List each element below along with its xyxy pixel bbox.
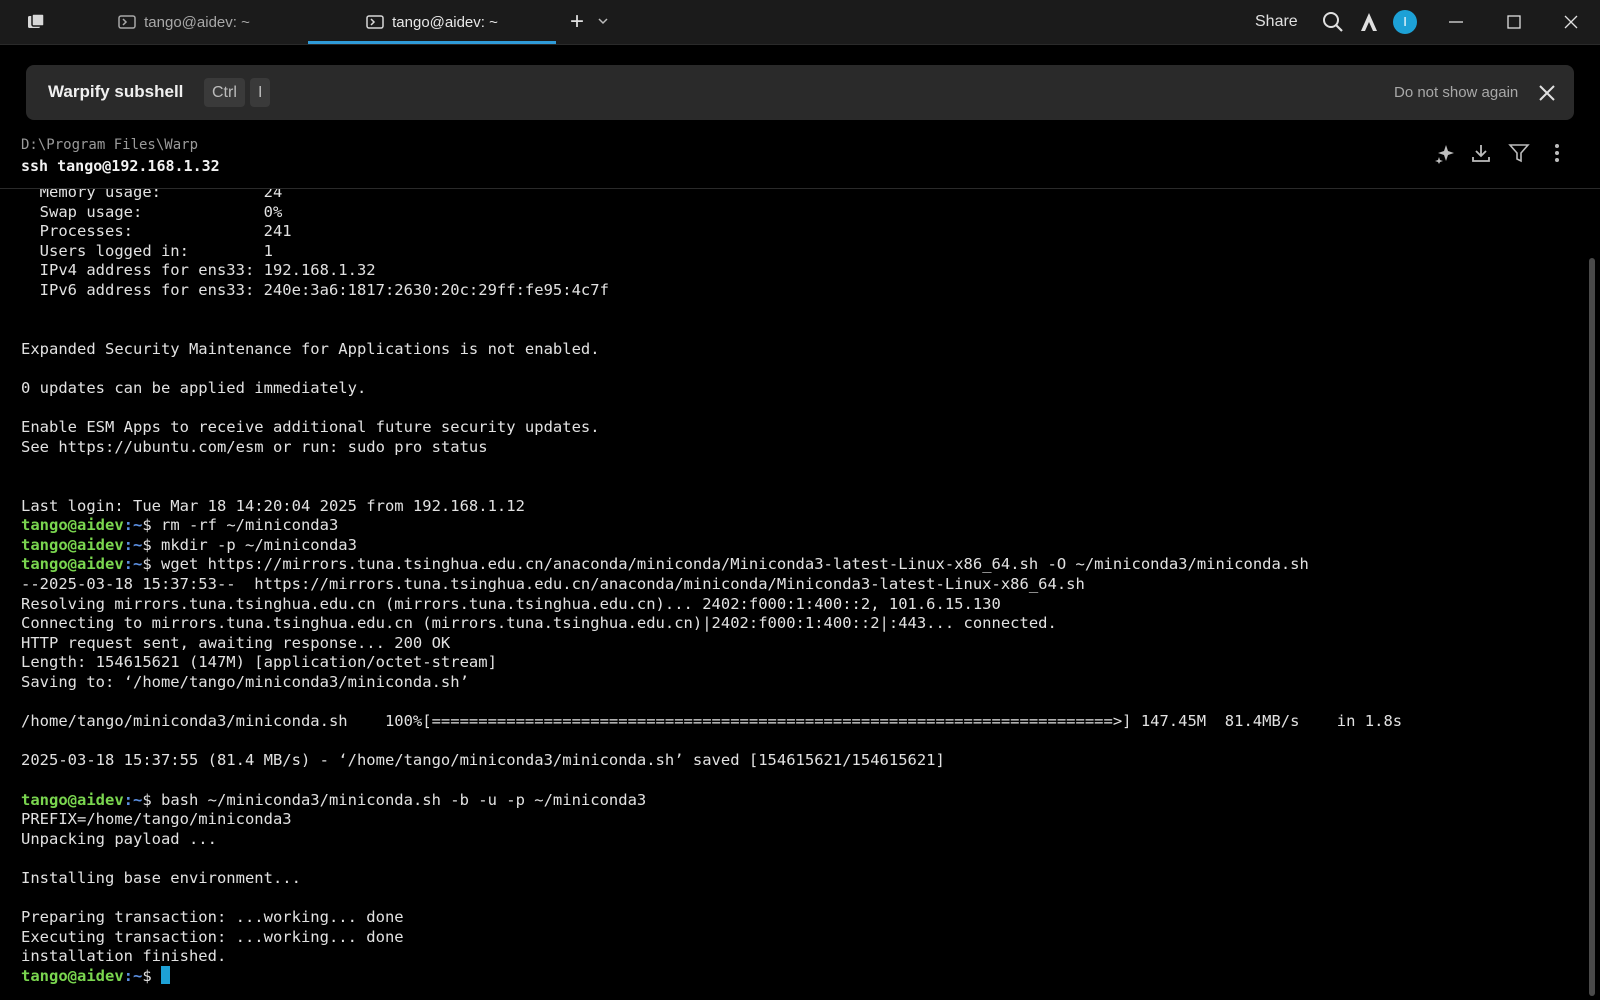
output-line: Unpacking payload ...	[21, 829, 217, 848]
prompt-user: tango@aidev	[21, 790, 124, 809]
close-icon[interactable]	[1561, 12, 1581, 32]
terminal-icon	[118, 15, 136, 29]
tab-label: tango@aidev: ~	[392, 13, 498, 31]
output-line: Installing base environment...	[21, 869, 301, 887]
output-line: Last login: Tue Mar 18 14:20:04 2025 fro…	[21, 496, 525, 515]
output-line: Enable ESM Apps to receive additional fu…	[21, 418, 600, 437]
output-line: Expanded Security Maintenance for Applic…	[21, 339, 600, 358]
output-line: Executing transaction: ...working... don…	[21, 927, 404, 946]
ai-icon[interactable]	[1358, 11, 1380, 33]
shortcut-key-ctrl: Ctrl	[204, 78, 245, 107]
command-line: tango@aidev:~$ rm -rf ~/miniconda3	[21, 515, 338, 535]
download-icon[interactable]	[1470, 142, 1492, 164]
chevron-down-icon[interactable]	[598, 14, 608, 28]
output-line: Length: 154615621 (147M) [application/oc…	[21, 653, 497, 672]
prompt-symbol: $	[142, 555, 161, 574]
output-line: Memory usage: 24	[21, 189, 283, 201]
output-line: 0 updates can be applied immediately.	[21, 379, 367, 397]
command-line: tango@aidev:~$ wget https://mirrors.tuna…	[21, 554, 1309, 574]
command-line: tango@aidev:~$ bash ~/miniconda3/minicon…	[21, 790, 646, 810]
new-tab-button[interactable]: +	[570, 10, 584, 34]
tab-session-1[interactable]: tango@aidev: ~	[60, 0, 308, 44]
title-bar: tango@aidev: ~ tango@aidev: ~ + Share I	[0, 0, 1600, 45]
output-line: Users logged in: 1	[21, 241, 273, 260]
prompt-path: :~	[123, 790, 143, 809]
prompt-symbol: $	[142, 535, 161, 554]
output-line: --2025-03-18 15:37:53-- https://mirrors.…	[21, 575, 1085, 593]
prompt-path: :~	[123, 516, 143, 535]
command-text: wget https://mirrors.tuna.tsinghua.edu.c…	[161, 555, 1309, 574]
working-directory: D:\Program Files\Warp	[21, 137, 199, 153]
maximize-icon[interactable]	[1504, 12, 1524, 32]
output-line: PREFIX=/home/tango/miniconda3	[21, 810, 292, 829]
prompt-symbol: $	[142, 516, 161, 535]
search-icon[interactable]	[1322, 11, 1344, 33]
prompt-user: tango@aidev	[21, 967, 124, 985]
output-line: See https://ubuntu.com/esm or run: sudo …	[21, 437, 488, 456]
shortcut-key-i: I	[250, 78, 271, 107]
output-line: IPv4 address for ens33: 192.168.1.32	[21, 261, 376, 280]
sparkle-icon[interactable]	[1434, 142, 1456, 164]
output-line: Processes: 241	[21, 222, 292, 241]
warp-logo-icon[interactable]	[26, 13, 46, 31]
more-options-icon[interactable]	[1546, 142, 1568, 164]
prompt-path: :~	[123, 967, 143, 985]
output-line: 2025-03-18 15:37:55 (81.4 MB/s) - ‘/home…	[21, 751, 945, 770]
prompt-user: tango@aidev	[21, 516, 124, 535]
command-line: tango@aidev:~$	[21, 966, 170, 986]
output-line: Connecting to mirrors.tuna.tsinghua.edu.…	[21, 614, 1057, 633]
prompt-symbol: $	[142, 967, 161, 985]
prompt-path: :~	[123, 535, 143, 554]
prompt-path: :~	[123, 555, 143, 574]
banner-title: Warpify subshell	[48, 82, 184, 101]
prompt-user: tango@aidev	[21, 555, 124, 574]
tab-session-2[interactable]: tango@aidev: ~	[308, 0, 556, 44]
warpify-banner: Warpify subshell Ctrl I Do not show agai…	[26, 65, 1574, 120]
output-line: HTTP request sent, awaiting response... …	[21, 633, 451, 652]
command-text: mkdir -p ~/miniconda3	[161, 535, 357, 554]
minimize-icon[interactable]	[1446, 12, 1466, 32]
output-line: Swap usage: 0%	[21, 202, 283, 221]
command-text: rm -rf ~/miniconda3	[161, 516, 339, 535]
block-command: ssh tango@192.168.1.32	[21, 157, 220, 175]
output-line: installation finished.	[21, 947, 227, 966]
output-line: /home/tango/miniconda3/miniconda.sh 100%…	[21, 712, 1403, 731]
do-not-show-again-button[interactable]: Do not show again	[1394, 84, 1518, 101]
output-line: Preparing transaction: ...working... don…	[21, 908, 404, 927]
tab-label: tango@aidev: ~	[144, 13, 250, 31]
text-cursor[interactable]	[161, 966, 170, 984]
command-line: tango@aidev:~$ mkdir -p ~/miniconda3	[21, 535, 357, 555]
block-header: D:\Program Files\Warp ssh tango@192.168.…	[0, 130, 1600, 189]
prompt-user: tango@aidev	[21, 535, 124, 554]
close-icon[interactable]	[1538, 84, 1556, 102]
terminal-output[interactable]: Memory usage: 24 Swap usage: 0% Processe…	[0, 189, 1580, 1000]
scrollbar[interactable]	[1589, 258, 1595, 996]
output-line: Saving to: ‘/home/tango/miniconda3/minic…	[21, 673, 469, 691]
command-text: bash ~/miniconda3/miniconda.sh -b -u -p …	[161, 790, 647, 809]
output-line: Resolving mirrors.tuna.tsinghua.edu.cn (…	[21, 594, 1001, 613]
output-line: IPv6 address for ens33: 240e:3a6:1817:26…	[21, 281, 609, 299]
terminal-icon	[366, 15, 384, 29]
prompt-symbol: $	[142, 790, 161, 809]
filter-icon[interactable]	[1508, 142, 1530, 164]
avatar[interactable]: I	[1393, 10, 1417, 34]
share-button[interactable]: Share	[1255, 13, 1298, 31]
